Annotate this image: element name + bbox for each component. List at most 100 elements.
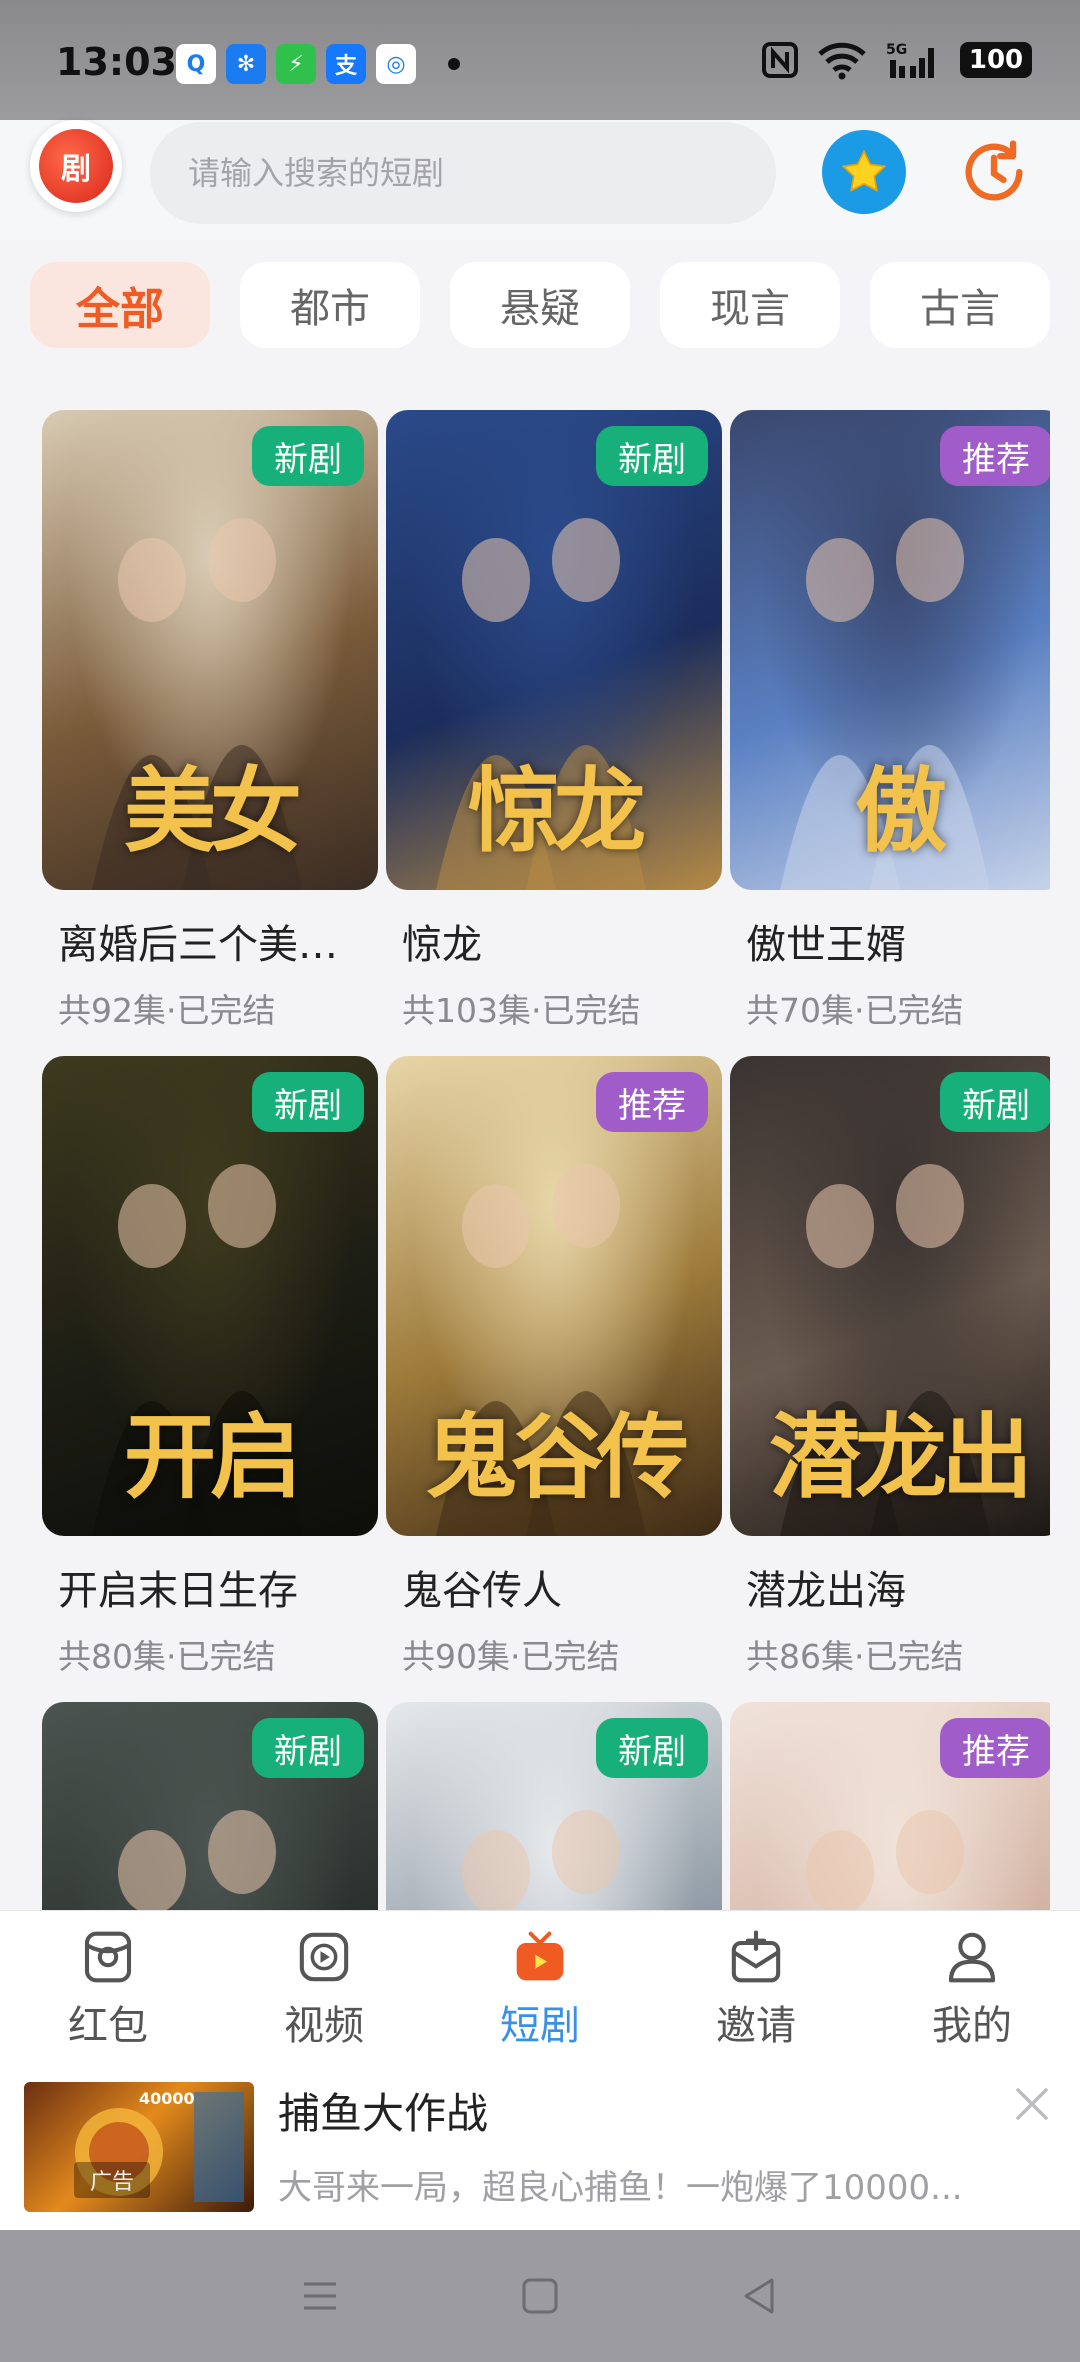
favorites-button[interactable]: [822, 130, 906, 214]
ad-thumb-number: 40000: [139, 2089, 195, 2108]
tab-2[interactable]: 悬疑: [450, 262, 630, 348]
nav-item-3[interactable]: 邀请: [648, 1911, 864, 2050]
bottom-navigation: 红包 视频 短剧 邀请 我的: [0, 1910, 1080, 2050]
poster-title-art: 潜龙出: [768, 1404, 1033, 1511]
drama-card[interactable]: 潜龙出 新剧潜龙出海共86集·已完结: [730, 1056, 1050, 1678]
ad-label: 广告: [74, 2162, 151, 2198]
ad-description[interactable]: 大哥来一局，超良心捕鱼！一炮爆了10000...: [278, 2160, 998, 2209]
ad-banner[interactable]: 40000 广告 捕鱼大作战 大哥来一局，超良心捕鱼！一炮爆了10000...: [0, 2050, 1080, 2230]
nav-item-0[interactable]: 红包: [0, 1911, 216, 2050]
menu-icon: [304, 2282, 336, 2310]
system-navigation-bar: [0, 2230, 1080, 2362]
drama-episode-info: 共80集·已完结: [58, 1637, 276, 1676]
nav-item-4[interactable]: 我的: [864, 1911, 1080, 2050]
status-badge: 推荐: [940, 1718, 1050, 1778]
drama-title[interactable]: 潜龙出海: [730, 1558, 1050, 1616]
nav-label: 短剧: [500, 2003, 580, 2049]
signal-5g-icon: 5G: [886, 40, 942, 80]
drama-episode-info: 共86集·已完结: [746, 1637, 964, 1676]
system-menu-button[interactable]: [290, 2266, 350, 2326]
top-header: 剧: [0, 120, 1080, 240]
short-drama-icon: [510, 1929, 570, 1985]
ad-thumbnail[interactable]: 40000 广告: [24, 2082, 254, 2212]
poster-title-art: 惊龙: [467, 758, 646, 865]
drama-title[interactable]: 离婚后三个美女缠上我: [42, 912, 372, 970]
back-triangle-icon: [744, 2278, 774, 2314]
drama-title[interactable]: 惊龙: [386, 912, 716, 970]
home-square-icon: [522, 2278, 558, 2314]
tab-3[interactable]: 现言: [660, 262, 840, 348]
star-icon: [841, 149, 887, 193]
drama-episode-info: 共92集·已完结: [58, 991, 276, 1030]
system-home-button[interactable]: [510, 2266, 570, 2326]
network-label: 5G: [886, 42, 907, 58]
drama-card[interactable]: 新剧: [386, 1702, 722, 1910]
status-indicators: 5G 100: [762, 40, 1032, 80]
drama-card[interactable]: 新剧: [42, 1702, 378, 1910]
drama-card[interactable]: 美女 新剧离婚后三个美女缠上我共92集·已完结: [42, 410, 378, 1032]
history-button[interactable]: [952, 130, 1036, 214]
drama-card[interactable]: 惊龙 新剧惊龙共103集·已完结: [386, 410, 722, 1032]
search-input[interactable]: [188, 154, 776, 192]
poster-title-art: 傲: [854, 758, 947, 865]
tab-1[interactable]: 都市: [240, 262, 420, 348]
drama-poster[interactable]: 惊龙 新剧: [386, 410, 722, 890]
drama-grid: 美女新剧离婚后三个美女缠上我共92集·已完结惊龙新剧惊龙共103集·已完结傲推荐…: [42, 410, 1050, 1910]
video-icon: [294, 1929, 354, 1985]
nav-label: 红包: [68, 2003, 148, 2049]
tab-4[interactable]: 古言: [870, 262, 1050, 348]
alipay-icon: 支: [326, 44, 366, 84]
drama-poster[interactable]: 新剧: [42, 1702, 378, 1910]
nfc-icon: [762, 40, 798, 80]
status-badge: 推荐: [940, 426, 1050, 486]
poster-title-art: 开启: [123, 1404, 302, 1511]
status-badge: 新剧: [940, 1072, 1050, 1132]
close-icon: [1016, 2088, 1048, 2120]
ad-title[interactable]: 捕鱼大作战: [278, 2080, 488, 2141]
drama-episode-info: 共70集·已完结: [746, 991, 964, 1030]
system-back-button[interactable]: [730, 2266, 790, 2326]
china-mobile-icon: ◎: [376, 44, 416, 84]
battery-indicator: 100: [960, 42, 1032, 78]
drama-card[interactable]: 鬼谷传 推荐鬼谷传人共90集·已完结: [386, 1056, 722, 1678]
qq-icon: Q: [176, 44, 216, 84]
drama-poster[interactable]: 傲 推荐: [730, 410, 1050, 890]
history-clock-icon: [965, 140, 1023, 201]
search-bar[interactable]: [150, 122, 776, 224]
nav-label: 视频: [284, 2003, 364, 2049]
drama-episode-info: 共90集·已完结: [402, 1637, 620, 1676]
drama-poster[interactable]: 新剧: [386, 1702, 722, 1910]
app-logo[interactable]: 剧: [30, 120, 122, 212]
drama-poster[interactable]: 鬼谷传 推荐: [386, 1056, 722, 1536]
ad-close-button[interactable]: [1008, 2080, 1056, 2128]
drama-poster[interactable]: 潜龙出 新剧: [730, 1056, 1050, 1536]
status-bar: 13:03 Q ✻ ⚡ 支 ◎ 5G 100: [0, 0, 1080, 120]
invite-icon: [726, 1929, 786, 1985]
drama-poster[interactable]: 推荐: [730, 1702, 1050, 1910]
nav-item-2[interactable]: 短剧: [432, 1911, 648, 2050]
drama-poster[interactable]: 美女 新剧: [42, 410, 378, 890]
drama-episode-info: 共103集·已完结: [402, 991, 641, 1030]
drama-title[interactable]: 鬼谷传人: [386, 1558, 716, 1616]
drama-card[interactable]: 开启 新剧开启末日生存共80集·已完结: [42, 1056, 378, 1678]
shield-icon: ⚡: [276, 44, 316, 84]
drama-poster[interactable]: 开启 新剧: [42, 1056, 378, 1536]
drama-title[interactable]: 开启末日生存: [42, 1558, 372, 1616]
wifi-icon: [816, 40, 868, 80]
tab-0[interactable]: 全部: [30, 262, 210, 348]
status-badge: 新剧: [252, 426, 364, 486]
poster-title-art: 美女: [123, 758, 302, 865]
status-time: 13:03: [56, 40, 177, 84]
drama-card[interactable]: 傲 推荐傲世王婿共70集·已完结: [730, 410, 1050, 1032]
status-badge: 新剧: [252, 1072, 364, 1132]
nav-label: 我的: [932, 2003, 1012, 2049]
nav-item-1[interactable]: 视频: [216, 1911, 432, 2050]
more-notifications-dot: [448, 58, 460, 70]
logo-icon: 剧: [39, 129, 113, 203]
drama-card[interactable]: 推荐: [730, 1702, 1050, 1910]
status-badge: 新剧: [596, 426, 708, 486]
drama-title[interactable]: 傲世王婿: [730, 912, 1050, 970]
status-badge: 推荐: [596, 1072, 708, 1132]
status-badge: 新剧: [252, 1718, 364, 1778]
status-app-icons: Q ✻ ⚡ 支 ◎: [176, 44, 460, 84]
